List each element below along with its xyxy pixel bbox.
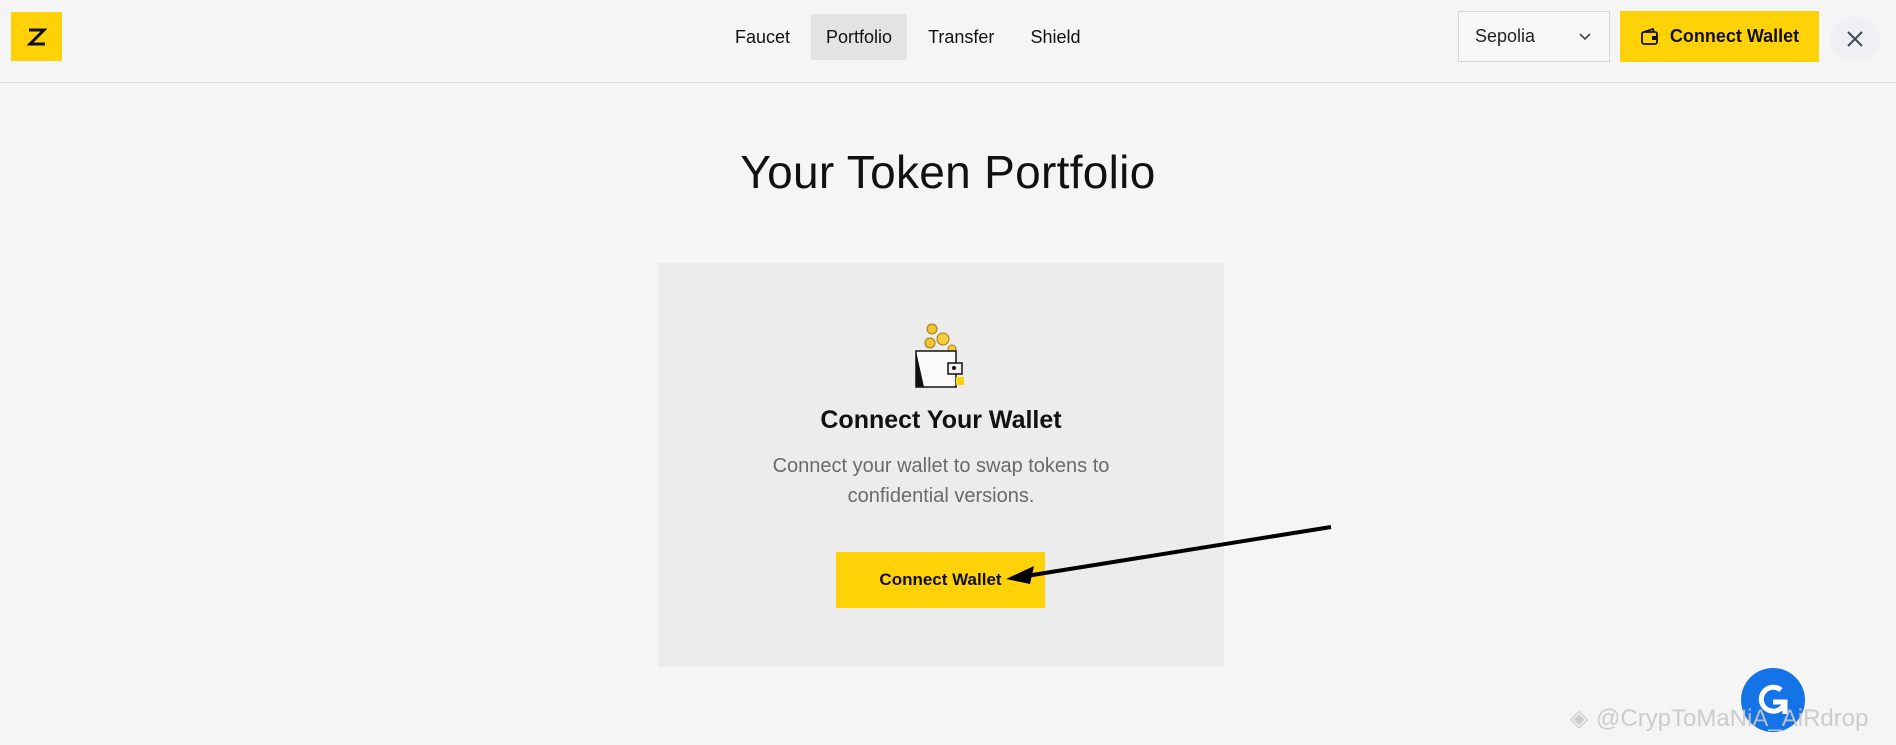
page-title: Your Token Portfolio xyxy=(740,146,1156,198)
network-select[interactable]: Sepolia xyxy=(1458,11,1610,62)
wallet-icon xyxy=(1640,27,1658,45)
connect-wallet-card: Connect Your Wallet Connect your wallet … xyxy=(658,263,1224,667)
network-select-value: Sepolia xyxy=(1475,26,1536,46)
nav-item-shield[interactable]: Shield xyxy=(1015,14,1095,60)
brand-logo[interactable] xyxy=(11,12,62,61)
chevron-down-icon xyxy=(1579,33,1591,41)
nav-item-faucet[interactable]: Faucet xyxy=(720,14,805,60)
card-title: Connect Your Wallet xyxy=(820,406,1062,434)
diamond-icon: ◈ xyxy=(1570,705,1589,732)
watermark-text: @CrypToMaNiA_AiRdrop xyxy=(1596,705,1869,732)
watermark: ◈ @CrypToMaNiA_AiRdrop xyxy=(1570,704,1868,733)
connect-wallet-header-button[interactable]: Connect Wallet xyxy=(1620,11,1819,62)
wallet-coins-icon xyxy=(915,323,964,388)
z-logo-icon xyxy=(26,28,47,45)
close-icon xyxy=(1847,31,1863,47)
nav-item-portfolio[interactable]: Portfolio xyxy=(811,14,908,60)
connect-wallet-button[interactable]: Connect Wallet xyxy=(836,552,1045,608)
top-nav-bar: Faucet Portfolio Transfer Shield Sepolia… xyxy=(0,0,1896,83)
close-button[interactable] xyxy=(1830,17,1880,61)
main-nav: Faucet Portfolio Transfer Shield xyxy=(720,14,1095,60)
connect-wallet-header-label: Connect Wallet xyxy=(1669,26,1800,46)
nav-item-transfer[interactable]: Transfer xyxy=(913,14,1009,60)
card-description: Connect your wallet to swap tokens to co… xyxy=(772,455,1110,507)
